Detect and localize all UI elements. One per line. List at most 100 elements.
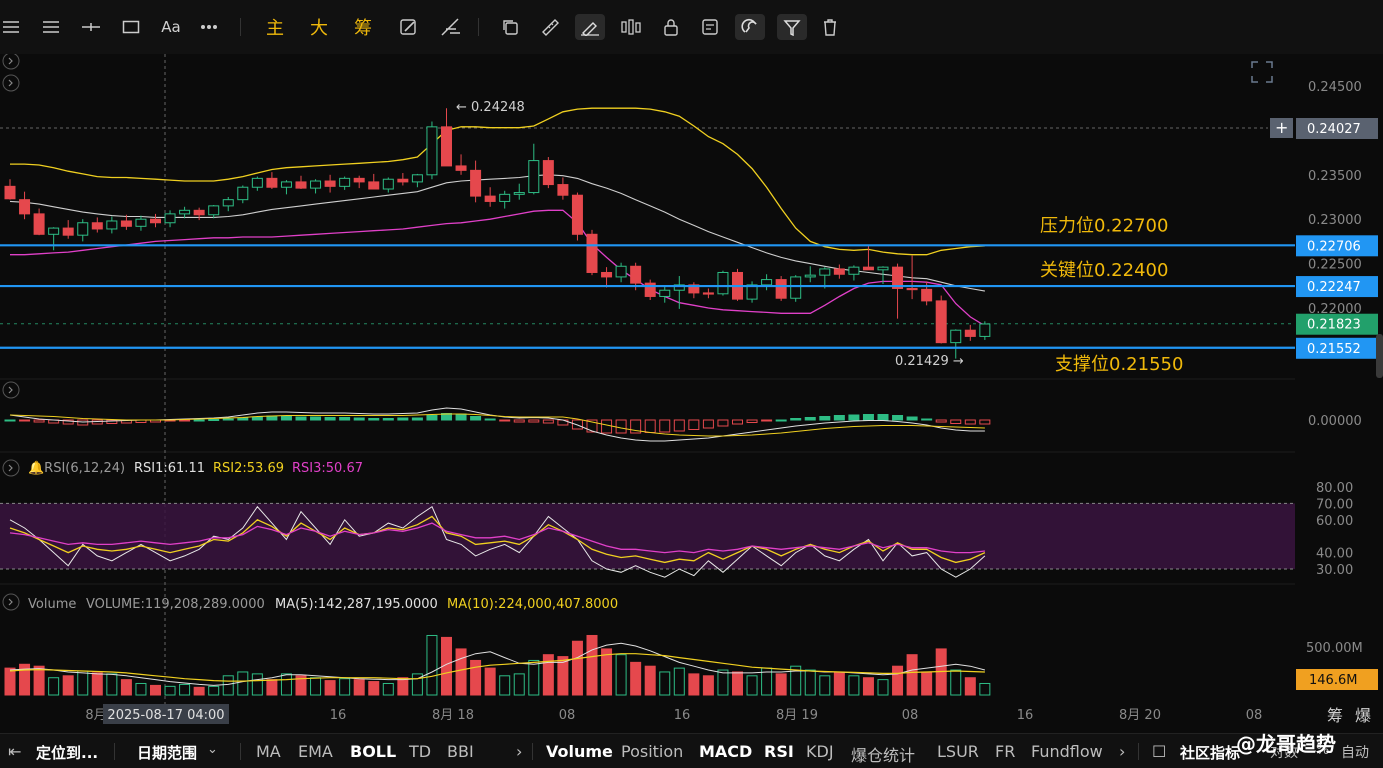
expand-icon (1251, 61, 1273, 83)
macd-bar (77, 419, 89, 426)
candle-down (19, 199, 31, 215)
volume-bar-up (804, 669, 816, 696)
volume-bar-down (455, 648, 467, 696)
candle-down (295, 181, 307, 189)
magnet-icon[interactable] (735, 14, 765, 40)
subindicator-rsi[interactable]: RSI (764, 742, 794, 761)
lines-icon[interactable] (40, 14, 62, 40)
indicator-bar: ⇤ 定位到... 日期范围 ⌄ MA EMA BOLL TD BBI › Vol… (0, 732, 1383, 768)
community-indicators[interactable]: 社区指标 (1180, 742, 1240, 763)
macd-bar (804, 417, 816, 421)
macd-bar (615, 419, 627, 434)
text-tool[interactable]: Aa (158, 14, 184, 40)
chevron-down-icon[interactable]: ⌄ (207, 742, 218, 757)
candle-up (135, 218, 147, 227)
locate-button[interactable]: 定位到... (36, 742, 98, 763)
horizontal-line-icon[interactable] (80, 14, 102, 40)
volume-bar-down (397, 677, 409, 696)
candle-up (717, 271, 729, 295)
subindicator-position[interactable]: Position (621, 742, 683, 761)
subindicator-fr[interactable]: FR (995, 742, 1015, 761)
subindicator-liquidation[interactable]: 爆仓统计 (851, 742, 915, 766)
chevron-icon (8, 386, 13, 394)
candle-up (208, 205, 220, 216)
volume-bar-down (91, 672, 103, 696)
edit-icon[interactable] (396, 14, 422, 40)
auto-toggle[interactable]: 自动 (1341, 742, 1369, 762)
scroll-handle (1376, 334, 1383, 378)
bottom-divider (240, 743, 241, 760)
indicator-td[interactable]: TD (409, 742, 431, 761)
macd-bar (761, 419, 773, 422)
volume-bar-up (339, 678, 351, 696)
macd-bar (455, 413, 467, 421)
time-tick-label: 8月 18 (432, 708, 474, 723)
volume-legend-value: VOLUME:119,208,289.0000 (86, 597, 265, 612)
candle-up (106, 220, 118, 230)
macd-bar (877, 414, 889, 421)
macd-bar (601, 419, 613, 434)
volume-bar-up (848, 675, 860, 696)
bars-icon[interactable] (618, 14, 644, 40)
macd-bar (324, 417, 336, 421)
chip-button[interactable]: 筹 (350, 14, 376, 40)
locate-icon[interactable]: ⇤ (8, 742, 21, 761)
candle-up (979, 323, 991, 337)
chevron-right-icon[interactable]: › (1119, 742, 1125, 761)
measure-icon[interactable] (438, 14, 464, 40)
candle-up (499, 193, 511, 202)
candle-down (601, 271, 613, 278)
macd-bar (979, 419, 991, 425)
subindicator-macd[interactable]: MACD (699, 742, 752, 761)
ruler-icon[interactable] (538, 14, 562, 40)
time-tick-label: 16 (674, 708, 691, 723)
volume-bar-up (179, 683, 191, 696)
macd-zero-label: 0.00000 (1308, 414, 1362, 429)
chevron-right-icon[interactable]: › (516, 742, 522, 761)
candle-down (120, 220, 132, 227)
indicator-ma[interactable]: MA (256, 742, 281, 761)
volume-bar-up (237, 671, 249, 696)
subindicator-volume[interactable]: Volume (546, 742, 613, 761)
candle-up (819, 268, 831, 276)
indicator-boll[interactable]: BOLL (350, 742, 396, 761)
indicator-ema[interactable]: EMA (298, 742, 333, 761)
level1-price-label: 0.22706 (1307, 239, 1361, 254)
volume-bar-up (819, 675, 831, 696)
menu-icon[interactable] (0, 14, 22, 40)
candle-down (586, 233, 598, 273)
chart-area[interactable]: 0.245000.240000.235000.230000.225000.220… (0, 54, 1383, 733)
filter-icon[interactable] (777, 14, 807, 40)
time-tick-label: 08 (559, 708, 576, 723)
rectangle-icon[interactable] (120, 14, 142, 40)
lock-icon[interactable] (660, 14, 682, 40)
main-force-button[interactable]: 主 (262, 14, 288, 40)
candle-up (426, 126, 438, 176)
delete-icon[interactable] (818, 14, 842, 40)
indicator-bbi[interactable]: BBI (447, 742, 474, 761)
volume-bar-up (382, 682, 394, 696)
toolbar-divider (478, 18, 479, 36)
more-icon[interactable] (198, 14, 220, 40)
toolbar-divider (240, 18, 241, 36)
copy-icon[interactable] (498, 14, 522, 40)
community-icon[interactable]: ☐ (1152, 742, 1166, 761)
candle-up (48, 227, 60, 235)
candle-up (339, 177, 351, 187)
subindicator-lsur[interactable]: LSUR (937, 742, 979, 761)
subindicator-kdj[interactable]: KDJ (806, 742, 834, 761)
volume-bar-down (702, 675, 714, 696)
candle-up (848, 266, 860, 275)
macd-bar (833, 415, 845, 421)
draw-icon[interactable] (575, 14, 605, 40)
note-icon[interactable] (698, 14, 722, 40)
volume-bar-down (601, 648, 613, 696)
subindicator-fundflow[interactable]: Fundflow (1031, 742, 1103, 761)
macd-bar (484, 418, 496, 421)
macd-bar (499, 419, 511, 422)
macd-bar (950, 419, 962, 424)
big-order-button[interactable]: 大 (306, 14, 332, 40)
macd-bar (819, 416, 831, 421)
candle-down (775, 279, 787, 299)
date-range-button[interactable]: 日期范围 (137, 742, 197, 763)
